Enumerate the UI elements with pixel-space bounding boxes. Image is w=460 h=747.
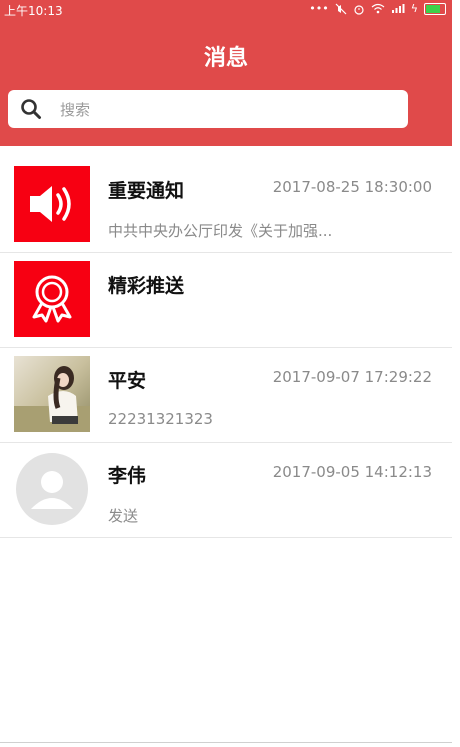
- status-icons: ••• ϟ: [309, 2, 446, 15]
- message-preview: 中共中央办公厅印发《关于加强...: [108, 222, 333, 240]
- contact-name: 李伟: [108, 465, 147, 487]
- status-bar: 上午10:13 ••• ϟ: [0, 0, 452, 20]
- bottom-divider: [0, 742, 452, 743]
- contact-name: 精彩推送: [108, 275, 185, 297]
- message-preview: 发送: [108, 507, 139, 525]
- message-item-liwei[interactable]: 李伟 2017-09-05 14:12:13 发送: [0, 443, 452, 538]
- speaker-icon: [30, 186, 71, 222]
- avatar: [14, 166, 90, 242]
- contact-name: 重要通知: [108, 180, 185, 202]
- message-time: 2017-09-07 17:29:22: [272, 368, 432, 386]
- message-item-pingan[interactable]: 平安 2017-09-07 17:29:22 22231321323: [0, 348, 452, 443]
- status-time: 上午10:13: [4, 4, 63, 18]
- charging-icon: ϟ: [410, 2, 418, 15]
- mute-icon: [335, 3, 347, 14]
- battery-icon: [424, 2, 446, 15]
- photo-avatar: [14, 356, 90, 432]
- message-time: 2017-09-05 14:12:13: [272, 463, 432, 481]
- message-preview: 22231321323: [108, 410, 213, 428]
- header: 消息: [0, 20, 452, 146]
- message-item-push[interactable]: 精彩推送: [0, 253, 452, 348]
- wifi-icon: [371, 3, 385, 14]
- contact-name: 平安: [108, 370, 147, 392]
- search-bar[interactable]: [8, 90, 408, 130]
- alarm-icon: [354, 4, 364, 15]
- avatar: [14, 451, 90, 527]
- default-user-icon: [16, 453, 88, 525]
- dots-icon: •••: [309, 2, 329, 15]
- search-icon: [21, 99, 41, 119]
- avatar: [14, 261, 90, 337]
- search-input[interactable]: [58, 90, 402, 130]
- signal-icon: [391, 4, 405, 13]
- page-title: 消息: [203, 46, 248, 71]
- message-time: 2017-08-25 18:30:00: [272, 178, 432, 196]
- message-list: 重要通知 2017-08-25 18:30:00 中共中央办公厅印发《关于加强.…: [0, 158, 452, 538]
- message-item-notice[interactable]: 重要通知 2017-08-25 18:30:00 中共中央办公厅印发《关于加强.…: [0, 158, 452, 253]
- award-ribbon-icon: [32, 275, 72, 323]
- avatar: [14, 356, 90, 432]
